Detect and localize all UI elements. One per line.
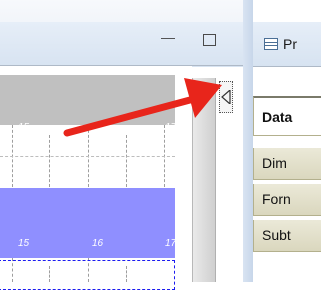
callout-arrow-icon [63,78,222,137]
